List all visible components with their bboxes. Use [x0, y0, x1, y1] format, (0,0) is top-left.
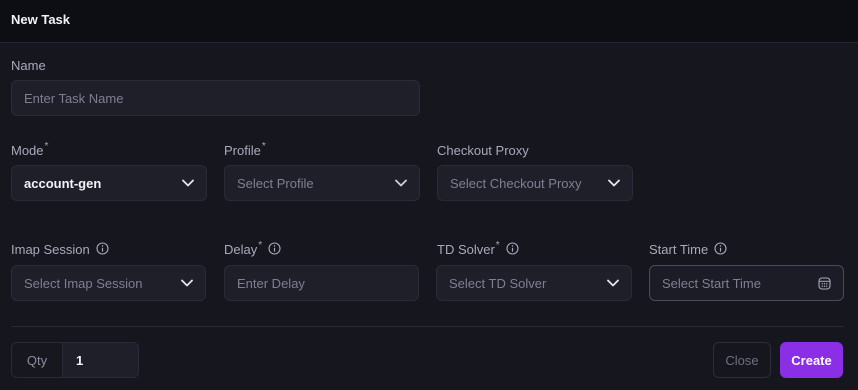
start-time-input-placeholder: Select Start Time: [662, 275, 761, 291]
calendar-icon[interactable]: [818, 276, 831, 290]
checkout-proxy-select-placeholder: Select Checkout Proxy: [450, 175, 582, 191]
start-time-label: Start Time: [649, 242, 727, 257]
info-circle-icon[interactable]: [268, 242, 281, 255]
mode-label-text: Mode: [11, 143, 44, 158]
task-name-placeholder: Enter Task Name: [24, 90, 124, 106]
modal-header: New Task: [0, 0, 858, 43]
delay-label-text: Delay: [224, 242, 258, 257]
imap-session-select[interactable]: Select Imap Session: [11, 265, 206, 301]
name-label-text: Name: [11, 58, 46, 73]
imap-session-label: Imap Session: [11, 242, 109, 257]
qty-input[interactable]: 1: [63, 343, 138, 377]
name-label: Name: [11, 58, 46, 73]
start-time-input[interactable]: Select Start Time: [649, 265, 844, 301]
chevron-down-icon: [181, 279, 193, 287]
task-name-input[interactable]: Enter Task Name: [11, 80, 420, 116]
chevron-down-icon: [182, 179, 194, 187]
td-solver-label-text: TD Solver: [437, 242, 495, 257]
chevron-down-icon: [395, 179, 407, 187]
profile-label-text: Profile: [224, 143, 261, 158]
info-circle-icon[interactable]: [506, 242, 519, 255]
mode-required-mark: *: [44, 141, 49, 152]
checkout-proxy-select[interactable]: Select Checkout Proxy: [437, 165, 633, 201]
info-circle-icon[interactable]: [96, 242, 109, 255]
chevron-down-icon: [608, 179, 620, 187]
delay-required-mark: *: [258, 240, 263, 251]
profile-select-placeholder: Select Profile: [237, 175, 314, 191]
qty-stepper[interactable]: Qty 1: [11, 342, 139, 378]
mode-select[interactable]: account-gen: [11, 165, 207, 201]
profile-select[interactable]: Select Profile: [224, 165, 420, 201]
mode-select-value: account-gen: [24, 175, 102, 191]
td-solver-select-placeholder: Select TD Solver: [449, 275, 547, 291]
profile-label: Profile *: [224, 141, 266, 158]
create-button[interactable]: Create: [780, 342, 843, 378]
td-solver-required-mark: *: [495, 240, 500, 251]
td-solver-select[interactable]: Select TD Solver: [436, 265, 632, 301]
checkout-proxy-label: Checkout Proxy: [437, 143, 529, 158]
delay-input-placeholder: Enter Delay: [237, 275, 305, 291]
info-circle-icon[interactable]: [714, 242, 727, 255]
imap-session-label-text: Imap Session: [11, 242, 90, 257]
delay-label: Delay *: [224, 240, 281, 257]
chevron-down-icon: [607, 279, 619, 287]
modal-title: New Task: [11, 12, 71, 27]
imap-session-select-placeholder: Select Imap Session: [24, 275, 143, 291]
qty-label: Qty: [12, 343, 63, 377]
start-time-label-text: Start Time: [649, 242, 709, 257]
profile-required-mark: *: [261, 141, 266, 152]
td-solver-label: TD Solver *: [437, 240, 519, 257]
checkout-proxy-label-text: Checkout Proxy: [437, 143, 529, 158]
footer-divider: [11, 326, 844, 327]
delay-input[interactable]: Enter Delay: [224, 265, 419, 301]
mode-label: Mode *: [11, 141, 49, 158]
close-button[interactable]: Close: [713, 342, 771, 378]
